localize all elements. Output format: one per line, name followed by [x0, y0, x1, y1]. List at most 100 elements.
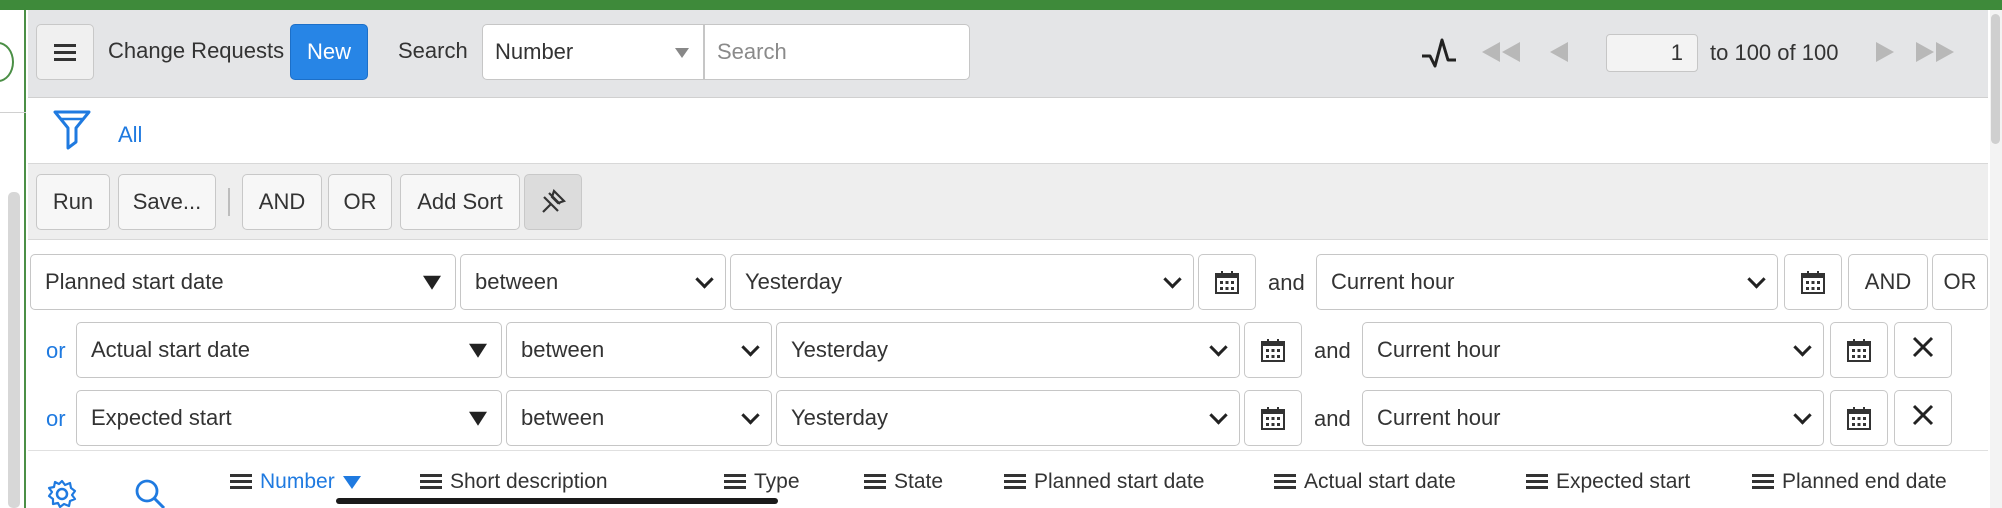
- condition-field-select[interactable]: Expected start: [76, 390, 502, 446]
- condition-field-value: Planned start date: [45, 269, 224, 294]
- condition-operator-select[interactable]: between: [506, 322, 772, 378]
- column-menu-icon[interactable]: [1752, 474, 1774, 490]
- pin-filter-button[interactable]: [524, 174, 582, 230]
- condition-to-select[interactable]: Current hour: [1362, 390, 1824, 446]
- remove-condition-button[interactable]: [1894, 390, 1952, 446]
- calendar-button[interactable]: [1784, 254, 1842, 310]
- calendar-button[interactable]: [1244, 322, 1302, 378]
- condition-and-label: and: [1314, 406, 1351, 431]
- calendar-button[interactable]: [1244, 390, 1302, 446]
- condition-and-label: and: [1268, 270, 1305, 295]
- breadcrumb-all[interactable]: All: [118, 122, 142, 148]
- filter-breadcrumb-bar: [28, 98, 1988, 164]
- column-header-type[interactable]: Type: [724, 470, 800, 494]
- page-range-text: to 100 of 100: [1710, 40, 1839, 65]
- calendar-icon: [1800, 269, 1826, 295]
- column-menu-icon[interactable]: [1526, 474, 1548, 490]
- chevron-down-icon: [695, 270, 714, 289]
- column-menu-icon[interactable]: [724, 474, 746, 490]
- chevron-down-icon: [1209, 338, 1228, 357]
- toolbar-divider: [228, 188, 230, 216]
- condition-operator-value: between: [521, 337, 605, 362]
- column-header-number[interactable]: Number: [230, 470, 361, 494]
- left-pane-divider: [0, 112, 26, 113]
- condition-to-select[interactable]: Current hour: [1316, 254, 1778, 310]
- add-sort-button[interactable]: Add Sort: [400, 174, 520, 230]
- condition-to-value: Current hour: [1331, 269, 1455, 294]
- calendar-button[interactable]: [1830, 322, 1888, 378]
- calendar-button[interactable]: [1198, 254, 1256, 310]
- column-header-short-description[interactable]: Short description: [420, 470, 608, 494]
- and-button[interactable]: AND: [242, 174, 322, 230]
- condition-field-select[interactable]: Planned start date: [30, 254, 456, 310]
- save-button[interactable]: Save...: [118, 174, 216, 230]
- search-field-select[interactable]: Number: [482, 24, 704, 80]
- column-header-planned-start-date[interactable]: Planned start date: [1004, 470, 1204, 494]
- new-button[interactable]: New: [290, 24, 368, 80]
- column-menu-icon[interactable]: [864, 474, 886, 490]
- condition-from-value: Yesterday: [791, 405, 889, 430]
- column-label: State: [894, 470, 944, 493]
- search-icon[interactable]: [134, 478, 166, 508]
- next-page-icon[interactable]: [1874, 40, 1896, 64]
- left-pane-scrollbar[interactable]: [8, 192, 20, 508]
- activity-icon[interactable]: [1420, 36, 1458, 70]
- gear-icon[interactable]: [46, 478, 78, 508]
- search-input[interactable]: Search: [704, 24, 970, 80]
- column-label: Number: [260, 470, 335, 493]
- condition-field-value: Actual start date: [91, 337, 250, 362]
- top-accent-bar: [0, 0, 2002, 10]
- condition-field-select[interactable]: Actual start date: [76, 322, 502, 378]
- page-number-input[interactable]: 1: [1606, 34, 1698, 72]
- or-button[interactable]: OR: [328, 174, 392, 230]
- calendar-icon: [1214, 269, 1240, 295]
- condition-operator-value: between: [475, 269, 559, 294]
- chevron-down-icon: [1209, 406, 1228, 425]
- vertical-scrollbar-thumb[interactable]: [1991, 14, 2000, 144]
- calendar-button[interactable]: [1830, 390, 1888, 446]
- column-menu-icon[interactable]: [1274, 474, 1296, 490]
- condition-from-select[interactable]: Yesterday: [730, 254, 1194, 310]
- condition-from-value: Yesterday: [791, 337, 889, 362]
- hamburger-icon: [52, 41, 78, 63]
- condition-to-select[interactable]: Current hour: [1362, 322, 1824, 378]
- column-header-actual-start-date[interactable]: Actual start date: [1274, 470, 1456, 494]
- condition-operator-select[interactable]: between: [506, 390, 772, 446]
- sort-desc-icon: [342, 475, 361, 489]
- search-placeholder: Search: [717, 39, 787, 64]
- filter-icon[interactable]: [52, 108, 92, 150]
- condition-or-button[interactable]: OR: [1932, 254, 1988, 310]
- chevron-down-icon: [1747, 270, 1766, 289]
- condition-from-select[interactable]: Yesterday: [776, 390, 1240, 446]
- calendar-icon: [1846, 337, 1872, 363]
- condition-and-label: and: [1314, 338, 1351, 363]
- horizontal-scroll-indicator[interactable]: [336, 498, 778, 504]
- hamburger-menu-button[interactable]: [36, 24, 94, 80]
- chevron-down-icon: [741, 338, 760, 357]
- calendar-icon: [1260, 405, 1286, 431]
- condition-operator-select[interactable]: between: [460, 254, 726, 310]
- first-page-icon[interactable]: [1480, 40, 1524, 64]
- condition-to-value: Current hour: [1377, 405, 1501, 430]
- run-button[interactable]: Run: [36, 174, 110, 230]
- condition-to-value: Current hour: [1377, 337, 1501, 362]
- column-header-state[interactable]: State: [864, 470, 943, 494]
- condition-from-select[interactable]: Yesterday: [776, 322, 1240, 378]
- condition-and-button[interactable]: AND: [1848, 254, 1928, 310]
- last-page-icon[interactable]: [1914, 40, 1958, 64]
- chevron-down-icon: [675, 48, 689, 58]
- page-title: Change Requests: [108, 38, 285, 63]
- condition-toolbar: [28, 164, 1988, 240]
- column-label: Planned end date: [1782, 470, 1947, 493]
- column-header-planned-end-date[interactable]: Planned end date: [1752, 470, 1947, 494]
- condition-or-prefix: or: [46, 338, 66, 363]
- prev-page-icon[interactable]: [1548, 40, 1570, 64]
- column-header-expected-start[interactable]: Expected start: [1526, 470, 1690, 494]
- page-number-value: 1: [1670, 40, 1683, 65]
- remove-condition-button[interactable]: [1894, 322, 1952, 378]
- chevron-down-icon: [1793, 406, 1812, 425]
- column-menu-icon[interactable]: [230, 474, 252, 490]
- condition-operator-value: between: [521, 405, 605, 430]
- column-menu-icon[interactable]: [1004, 474, 1026, 490]
- column-menu-icon[interactable]: [420, 474, 442, 490]
